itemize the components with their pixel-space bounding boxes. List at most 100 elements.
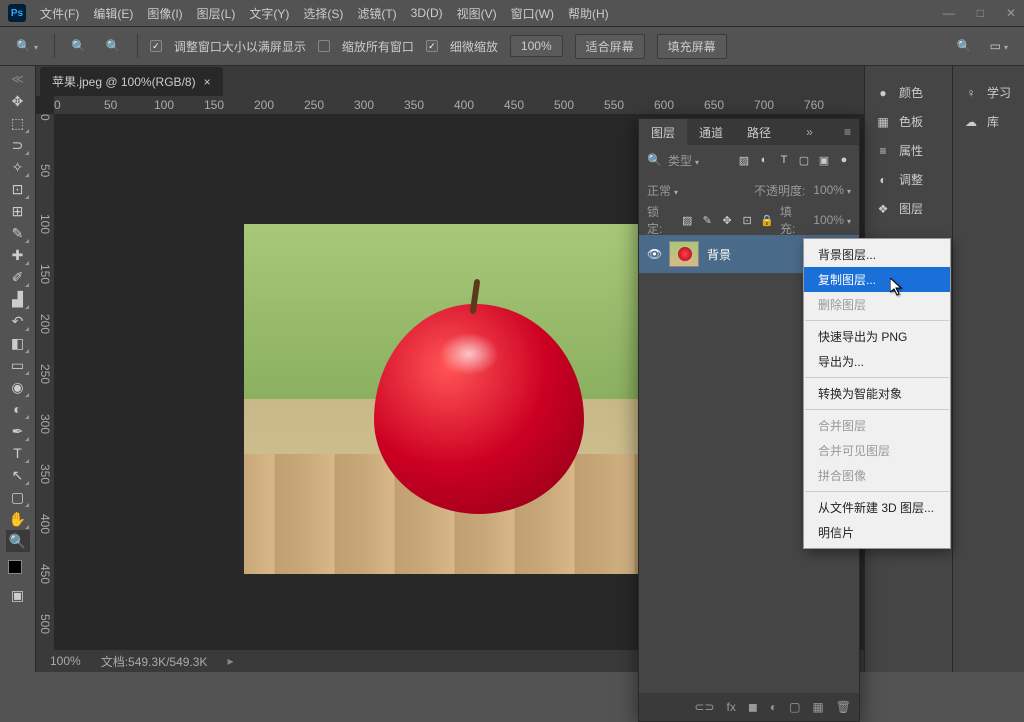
filter-shape-icon[interactable]: ▢ bbox=[797, 153, 811, 167]
ctx-item[interactable]: 背景图层... bbox=[804, 242, 950, 267]
document-tab[interactable]: 苹果.jpeg @ 100%(RGB/8) × bbox=[40, 67, 223, 96]
layer-thumbnail[interactable] bbox=[669, 241, 699, 267]
toolbar-handle[interactable]: ≪ bbox=[11, 72, 24, 86]
ruler-horizontal: 0501001502002503003504004505005506006507… bbox=[54, 96, 864, 114]
lock-all-icon[interactable]: 🔒 bbox=[760, 213, 774, 227]
paths-tab[interactable]: 路径 bbox=[735, 119, 783, 145]
ctx-item[interactable]: 从文件新建 3D 图层... bbox=[804, 495, 950, 520]
ctx-item[interactable]: 导出为... bbox=[804, 349, 950, 374]
tool-zoom[interactable]: 🔍 bbox=[6, 530, 30, 552]
close-button[interactable]: ✕ bbox=[1006, 6, 1016, 20]
resize-window-checkbox[interactable]: ✓ bbox=[150, 40, 162, 52]
zoom-out-icon[interactable]: 🔍 bbox=[102, 37, 125, 55]
panel-颜色[interactable]: ●颜色 bbox=[865, 78, 952, 107]
panel-库[interactable]: ☁库 bbox=[953, 107, 1024, 136]
color-swatches[interactable] bbox=[8, 560, 28, 580]
menu-layer[interactable]: 图层(L) bbox=[197, 5, 236, 22]
layer-name[interactable]: 背景 bbox=[707, 246, 731, 263]
zoom-100-button[interactable]: 100% bbox=[510, 35, 563, 57]
mask-icon[interactable]: ◼ bbox=[748, 700, 758, 714]
tool-hand[interactable]: ✋ bbox=[6, 508, 30, 530]
tool-blur[interactable]: ◉ bbox=[6, 376, 30, 398]
search-icon[interactable]: 🔍 bbox=[953, 37, 976, 55]
tool-crop[interactable]: ⊡ bbox=[6, 178, 30, 200]
tool-pen[interactable]: ✒ bbox=[6, 420, 30, 442]
tool-history[interactable]: ↶ bbox=[6, 310, 30, 332]
tool-magic-wand[interactable]: ✧ bbox=[6, 156, 30, 178]
lock-pos-icon[interactable]: ✥ bbox=[720, 213, 734, 227]
lock-trans-icon[interactable]: ▨ bbox=[680, 213, 694, 227]
panel-chevron[interactable]: » bbox=[798, 125, 821, 139]
menu-window[interactable]: 窗口(W) bbox=[511, 5, 554, 22]
menu-edit[interactable]: 编辑(E) bbox=[93, 5, 133, 22]
opacity-value[interactable]: 100% bbox=[813, 183, 851, 197]
fill-screen-button[interactable]: 填充屏幕 bbox=[657, 34, 727, 59]
workspace-icon[interactable]: ▭ bbox=[986, 37, 1012, 55]
filter-type-icon[interactable]: T bbox=[777, 153, 791, 167]
ctx-item[interactable]: 快速导出为 PNG bbox=[804, 324, 950, 349]
panel-属性[interactable]: ≡属性 bbox=[865, 136, 952, 165]
visibility-icon[interactable]: 👁 bbox=[647, 247, 661, 261]
toolbar: ≪ ✥⬚⊃✧⊡⊞✎✚✐▟↶◧▭◉◐✒T↖▢✋🔍 ▣ bbox=[0, 66, 36, 672]
fit-screen-button[interactable]: 适合屏幕 bbox=[575, 34, 645, 59]
tool-marquee[interactable]: ⬚ bbox=[6, 112, 30, 134]
lock-pixel-icon[interactable]: ✎ bbox=[700, 213, 714, 227]
panel-menu-icon[interactable]: ≡ bbox=[836, 125, 859, 139]
ruler-vertical: 050100150200250300350400450500 bbox=[36, 114, 54, 650]
tool-frame[interactable]: ⊞ bbox=[6, 200, 30, 222]
filter-toggle[interactable]: ● bbox=[837, 153, 851, 167]
doc-size[interactable]: 文档:549.3K/549.3K bbox=[101, 653, 208, 670]
zoom-in-icon[interactable]: 🔍 bbox=[67, 37, 90, 55]
filter-type[interactable]: 类型 bbox=[668, 152, 731, 169]
tool-move[interactable]: ✥ bbox=[6, 90, 30, 112]
tab-close-icon[interactable]: × bbox=[204, 75, 211, 89]
new-layer-icon[interactable]: ▦ bbox=[812, 700, 823, 714]
filter-pixel-icon[interactable]: ▨ bbox=[737, 153, 751, 167]
minimize-button[interactable]: — bbox=[943, 6, 955, 20]
tool-lasso[interactable]: ⊃ bbox=[6, 134, 30, 156]
zoom-all-checkbox[interactable] bbox=[318, 40, 330, 52]
menu-view[interactable]: 视图(V) bbox=[457, 5, 497, 22]
tool-type[interactable]: T bbox=[6, 442, 30, 464]
lock-artboard-icon[interactable]: ⊡ bbox=[740, 213, 754, 227]
blend-mode[interactable]: 正常 bbox=[647, 182, 746, 199]
menu-image[interactable]: 图像(I) bbox=[147, 5, 182, 22]
ctx-item[interactable]: 转换为智能对象 bbox=[804, 381, 950, 406]
menu-3d[interactable]: 3D(D) bbox=[411, 6, 443, 20]
fill-value[interactable]: 100% bbox=[813, 213, 851, 227]
scrubby-zoom-checkbox[interactable]: ✓ bbox=[426, 40, 438, 52]
menu-help[interactable]: 帮助(H) bbox=[568, 5, 609, 22]
group-icon[interactable]: ▢ bbox=[789, 700, 800, 714]
panel-图层[interactable]: ❖图层 bbox=[865, 194, 952, 223]
tool-shape[interactable]: ▢ bbox=[6, 486, 30, 508]
tool-clone[interactable]: ▟ bbox=[6, 288, 30, 310]
tool-brush[interactable]: ✐ bbox=[6, 266, 30, 288]
layers-tab[interactable]: 图层 bbox=[639, 119, 687, 145]
menu-filter[interactable]: 滤镜(T) bbox=[357, 5, 396, 22]
tool-preset[interactable]: 🔍 bbox=[12, 37, 42, 55]
screen-mode[interactable]: ▣ bbox=[6, 584, 30, 606]
maximize-button[interactable]: □ bbox=[977, 6, 984, 20]
adjustment-icon[interactable]: ◐ bbox=[770, 700, 777, 714]
ctx-item[interactable]: 明信片 bbox=[804, 520, 950, 545]
menu-type[interactable]: 文字(Y) bbox=[249, 5, 289, 22]
panel-调整[interactable]: ◐调整 bbox=[865, 165, 952, 194]
link-icon[interactable]: ⊂⊃ bbox=[694, 700, 714, 714]
tool-gradient[interactable]: ▭ bbox=[6, 354, 30, 376]
tool-eraser[interactable]: ◧ bbox=[6, 332, 30, 354]
panel-学习[interactable]: ♀学习 bbox=[953, 78, 1024, 107]
menu-file[interactable]: 文件(F) bbox=[40, 5, 79, 22]
ctx-item[interactable]: 复制图层... bbox=[804, 267, 950, 292]
tool-eyedropper[interactable]: ✎ bbox=[6, 222, 30, 244]
channels-tab[interactable]: 通道 bbox=[687, 119, 735, 145]
menu-select[interactable]: 选择(S) bbox=[303, 5, 343, 22]
panel-色板[interactable]: ▦色板 bbox=[865, 107, 952, 136]
filter-adjust-icon[interactable]: ◐ bbox=[757, 153, 771, 167]
delete-icon[interactable]: 🗑 bbox=[836, 700, 851, 714]
tool-healing[interactable]: ✚ bbox=[6, 244, 30, 266]
tool-dodge[interactable]: ◐ bbox=[6, 398, 30, 420]
filter-smart-icon[interactable]: ▣ bbox=[817, 153, 831, 167]
tool-path[interactable]: ↖ bbox=[6, 464, 30, 486]
fx-icon[interactable]: fx bbox=[727, 700, 736, 714]
zoom-level[interactable]: 100% bbox=[50, 654, 81, 668]
